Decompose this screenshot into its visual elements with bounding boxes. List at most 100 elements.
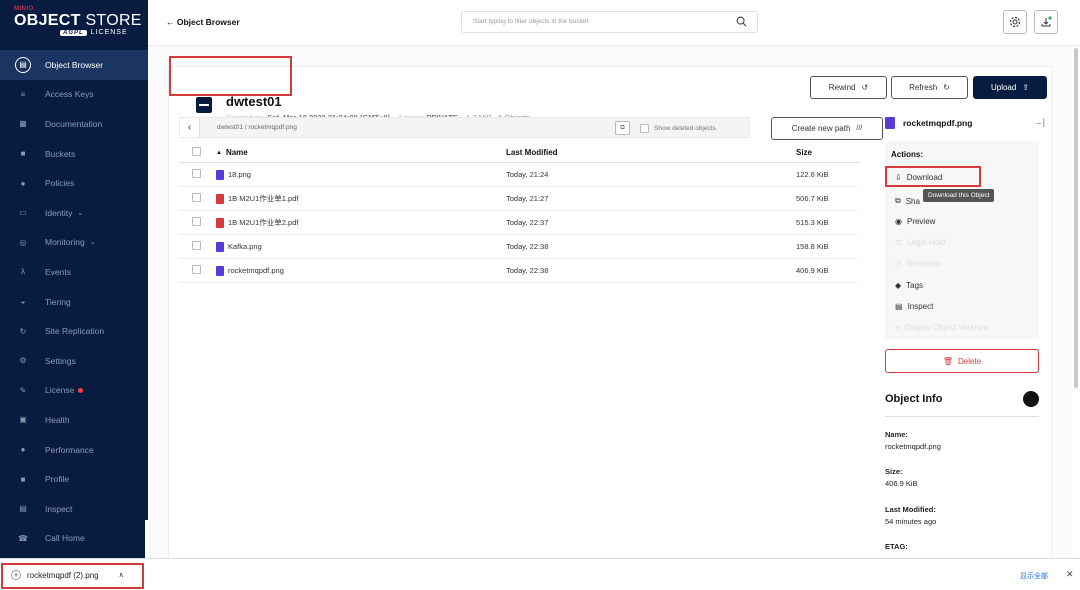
identity-icon: ▭ [19,208,27,218]
info-name-value: rocketmqpdf.png [885,442,941,451]
back-chevron-icon[interactable]: ‹ [180,118,200,137]
row-checkbox[interactable] [192,193,201,202]
downloads-manager-button[interactable] [1034,10,1058,34]
show-deleted-toggle[interactable]: Show deleted objects [640,124,716,133]
brand-license: AGPL LICENSE [60,29,148,36]
object-info-title: Object Info [885,393,943,405]
health-icon: ▣ [19,415,27,425]
sidebar-item-object-browser[interactable]: ▤ Object Browser [0,50,148,80]
row-checkbox[interactable] [192,241,201,250]
info-name-label: Name: [885,430,908,439]
key-icon: ≡ [20,89,26,99]
preview-action[interactable]: ◉ Preview [895,217,935,226]
share-action[interactable]: ⧉ Sha [895,196,920,206]
info-size-label: Size: [885,467,903,476]
actions-label: Actions: [891,150,923,159]
highlight-bucket-name [169,56,292,96]
row-name: 1B M2U1作业单1.pdf [228,194,299,203]
show-deleted-checkbox[interactable] [640,124,649,133]
sidebar-item-label: Documentation [45,118,103,129]
settings-button[interactable] [1003,10,1027,34]
inspect-icon: ▤ [895,302,903,311]
performance-icon: ● [20,445,26,455]
profile-icon: ■ [20,474,26,484]
sidebar-item-identity[interactable]: ▭ Identity ⌄ [0,198,148,228]
license-label: LICENSE [90,29,128,36]
sidebar-item-events[interactable]: λ Events [0,257,148,287]
sidebar-item-performance[interactable]: ● Performance [0,435,148,465]
sidebar-item-label: Site Replication [45,326,105,337]
refresh-icon: ↻ [943,83,950,92]
sidebar-item-call-home[interactable]: ☎ Call Home [0,524,148,554]
info-modified: Last Modified: 54 minutes ago [885,505,936,526]
filter-objects-input[interactable]: Start typing to filter objects in the bu… [461,11,758,33]
sidebar-item-documentation[interactable]: ▦ Documentation [0,109,148,139]
create-new-path-button[interactable]: Create new path /// [771,117,883,140]
size-column-header[interactable]: Size [796,148,860,157]
inspect-icon: ▤ [19,504,27,514]
row-name: rocketmqpdf.png [228,266,284,275]
minio-logo[interactable]: MINIO OBJECT STORE AGPL LICENSE [0,0,148,46]
sidebar-item-label: Access Keys [45,89,94,100]
settings-icon: ⚙ [19,356,27,366]
row-modified: Today, 21:24 [506,170,549,179]
tags-action[interactable]: ◆ Tags [895,281,923,290]
retention-icon: ◷ [895,259,902,268]
sidebar-item-monitoring[interactable]: ◎ Monitoring ⌄ [0,228,148,258]
retention-label: Retention [906,259,942,268]
pdf-file-icon [216,217,224,228]
close-icon[interactable]: ✕ [1066,569,1074,580]
back-to-object-browser-link[interactable]: ← Object Browser [166,17,240,27]
rewind-label: Rewind [828,83,856,92]
table-row[interactable]: 1B M2U1作业单1.pdf Today, 21:27 506.7 KiB [179,187,860,211]
sidebar-item-health[interactable]: ▣ Health [0,405,148,435]
sidebar-item-inspect[interactable]: ▤ Inspect [0,494,148,524]
upload-button[interactable]: Upload ⇪ [973,76,1047,99]
search-icon [736,16,747,27]
retention-action: ◷ Retention [895,259,941,268]
table-header: ▲ Name Last Modified Size [179,143,860,163]
show-all-link[interactable]: 显示全部 [1020,571,1048,581]
sidebar-item-label: Call Home [45,533,85,544]
row-checkbox[interactable] [192,265,201,274]
sidebar-item-buckets[interactable]: ■ Buckets [0,139,148,169]
object-details-panel: rocketmqpdf.png →| Actions: ⇩ Download ⧉ S… [883,109,1051,569]
main-scrollbar[interactable] [1072,46,1080,558]
table-row[interactable]: Kafka.png Today, 22:38 158.8 KiB [179,235,860,259]
sidebar-item-settings[interactable]: ⚙ Settings [0,346,148,376]
sidebar-item-policies[interactable]: ● Policies [0,168,148,198]
rewind-button[interactable]: Rewind ↺ [810,76,887,99]
name-column-header[interactable]: ▲ Name [216,148,506,157]
row-modified: Today, 22:37 [506,218,549,227]
row-checkbox[interactable] [192,169,201,178]
refresh-button[interactable]: Refresh ↻ [891,76,968,99]
table-row[interactable]: 1B M2U1作业单2.pdf Today, 22:37 515.3 KiB [179,211,860,235]
table-row[interactable]: rocketmqpdf.png Today, 22:38 406.9 KiB [179,259,860,283]
refresh-label: Refresh [909,83,938,92]
scrollbar-thumb[interactable] [1074,48,1078,388]
legal-hold-icon: ⚖ [895,238,903,247]
tiering-icon: ◒ [20,297,26,307]
select-all-checkbox[interactable] [192,147,201,156]
sidebar-item-license[interactable]: ✎ License [0,376,148,406]
collapse-panel-icon[interactable]: →| [1034,117,1045,127]
sidebar-item-site-replication[interactable]: ↻ Site Replication [0,316,148,346]
monitoring-icon: ◎ [19,237,27,247]
brand-store: STORE [80,12,142,29]
info-size: Size: 406.9 KiB [885,467,918,488]
inspect-action[interactable]: ▤ Inspect [895,302,933,311]
sidebar-item-access-keys[interactable]: ≡ Access Keys [0,80,148,110]
sidebar-item-profile[interactable]: ■ Profile [0,464,148,494]
highlight-download [885,166,981,187]
modified-column-header[interactable]: Last Modified [506,148,796,157]
name-header-label: Name [225,148,248,157]
bucket-icon: ■ [20,149,26,159]
table-row[interactable]: 18.png Today, 21:24 122.6 KiB [179,163,860,187]
delete-button[interactable]: 🗑 Delete [885,349,1039,373]
copy-path-button[interactable]: ⧉ [615,121,630,135]
row-modified: Today, 21:27 [506,194,549,203]
brand-object: OBJECT [14,12,81,29]
row-name: 1B M2U1作业单2.pdf [228,218,299,227]
row-checkbox[interactable] [192,217,201,226]
sidebar-item-tiering[interactable]: ◒ Tiering [0,287,148,317]
